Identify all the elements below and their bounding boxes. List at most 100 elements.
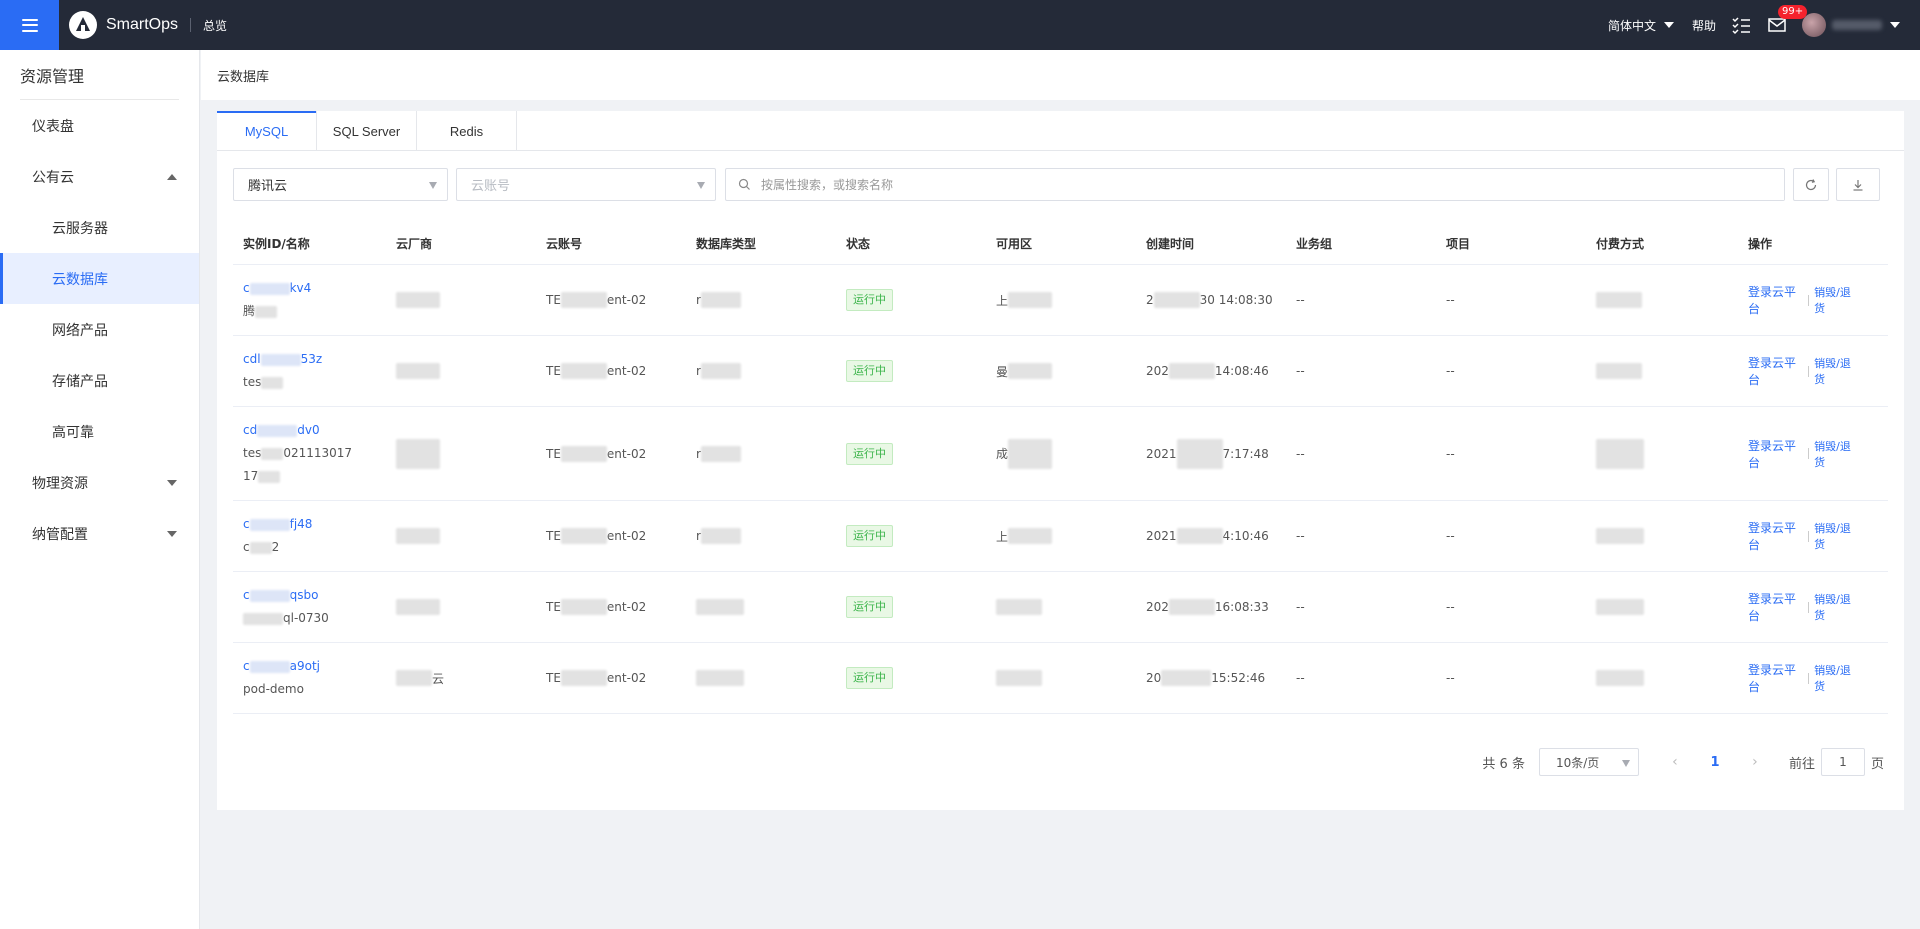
database-table: 实例ID/名称 云厂商 云账号 数据库类型 状态 可用区 创建时间 业务组 项目… bbox=[233, 223, 1888, 714]
instance-id-cell: c fj48 c2 bbox=[233, 501, 386, 571]
instance-id-link[interactable]: c qsbo bbox=[243, 584, 318, 607]
billing-cell bbox=[1586, 265, 1738, 335]
brand[interactable]: SmartOps bbox=[69, 11, 178, 39]
brand-name: SmartOps bbox=[106, 16, 179, 33]
status-badge: 运行中 bbox=[846, 667, 893, 689]
sidebar-item-cloud-server[interactable]: 云服务器 bbox=[0, 202, 199, 253]
dbtype-cell bbox=[686, 572, 836, 642]
dropdown-triangle-icon bbox=[1621, 760, 1630, 767]
status-badge: 运行中 bbox=[846, 525, 893, 547]
login-cloud-link[interactable]: 登录云平台 bbox=[1748, 519, 1803, 553]
business-group-cell: -- bbox=[1296, 600, 1305, 614]
search-box[interactable] bbox=[725, 168, 1785, 201]
column-header: 付费方式 bbox=[1596, 237, 1645, 251]
vendor-cell bbox=[386, 572, 536, 642]
mail-icon[interactable]: 99+ bbox=[1766, 5, 1808, 36]
tab-mysql[interactable]: MySQL bbox=[217, 111, 317, 152]
sidebar-item-label: 物理资源 bbox=[32, 475, 88, 492]
sidebar-item-label: 高可靠 bbox=[52, 424, 94, 441]
instance-name: ql-0730 bbox=[243, 607, 329, 630]
login-cloud-link[interactable]: 登录云平台 bbox=[1748, 437, 1803, 471]
language-select[interactable]: 简体中文 bbox=[1608, 17, 1674, 34]
vendor-cell: 云 bbox=[386, 643, 536, 713]
created-time-cell: 202 16:08:33 bbox=[1146, 599, 1269, 615]
sidebar-item-label: 仪表盘 bbox=[32, 118, 74, 135]
next-page-icon[interactable]: › bbox=[1735, 754, 1775, 770]
tab-redis[interactable]: Redis bbox=[417, 111, 517, 151]
login-cloud-link[interactable]: 登录云平台 bbox=[1748, 354, 1803, 388]
business-group-cell: -- bbox=[1296, 529, 1305, 543]
sidebar-item-dashboard[interactable]: 仪表盘 bbox=[0, 100, 199, 151]
sidebar-item-public-cloud[interactable]: 公有云 bbox=[0, 151, 199, 202]
instance-id-link[interactable]: cd dv0 bbox=[243, 419, 320, 442]
operations-cell: 登录云平台 销毁/退货 bbox=[1738, 501, 1858, 571]
zone-cell: 上 bbox=[986, 501, 1136, 571]
business-group-cell: -- bbox=[1296, 446, 1305, 461]
search-input[interactable] bbox=[761, 169, 1784, 200]
operations-cell: 登录云平台 销毁/退货 bbox=[1738, 336, 1858, 406]
status-badge: 运行中 bbox=[846, 442, 893, 465]
tab-bar: MySQL SQL Server Redis bbox=[217, 111, 1904, 152]
instance-name: tes 021113017 bbox=[243, 446, 353, 460]
page-number-current[interactable]: 1 bbox=[1695, 755, 1735, 770]
page-size-select[interactable]: 10条/页 bbox=[1538, 748, 1639, 776]
billing-cell bbox=[1586, 407, 1738, 500]
destroy-link[interactable]: 销毁/退货 bbox=[1814, 355, 1858, 387]
vendor-cell bbox=[386, 336, 536, 406]
sidebar-item-label: 云服务器 bbox=[52, 220, 108, 237]
login-cloud-link[interactable]: 登录云平台 bbox=[1748, 283, 1803, 317]
sidebar-item-network[interactable]: 网络产品 bbox=[0, 304, 199, 355]
instance-id-link[interactable]: cdl 53z bbox=[243, 348, 322, 371]
table-row: c fj48 c2 TE ent-02 r 运行中 上 2021 4:10:46 --… bbox=[233, 501, 1888, 572]
top-page-link[interactable]: 总览 bbox=[203, 17, 227, 34]
zone-cell: 成 bbox=[986, 407, 1136, 500]
destroy-link[interactable]: 销毁/退货 bbox=[1814, 438, 1858, 470]
sidebar-item-storage[interactable]: 存储产品 bbox=[0, 355, 199, 406]
filter-bar: 腾讯云 云账号 bbox=[233, 168, 1888, 201]
refresh-button[interactable] bbox=[1793, 168, 1829, 201]
login-cloud-link[interactable]: 登录云平台 bbox=[1748, 661, 1803, 695]
column-header: 创建时间 bbox=[1146, 237, 1195, 251]
column-header: 操作 bbox=[1748, 237, 1773, 251]
destroy-link[interactable]: 销毁/退货 bbox=[1814, 520, 1858, 552]
vendor-select[interactable]: 腾讯云 bbox=[233, 168, 448, 201]
sidebar-item-management-config[interactable]: 纳管配置 bbox=[0, 508, 199, 559]
instance-name: pod-demo bbox=[243, 682, 304, 696]
account-cell: TE ent-02 bbox=[546, 445, 647, 462]
username-blurred[interactable] bbox=[1832, 20, 1882, 30]
avatar[interactable] bbox=[1802, 13, 1826, 37]
zone-cell bbox=[986, 643, 1136, 713]
goto-page-input[interactable] bbox=[1820, 748, 1865, 776]
help-link[interactable]: 帮助 bbox=[1692, 17, 1716, 34]
project-cell: -- bbox=[1446, 600, 1455, 614]
column-header: 状态 bbox=[846, 237, 871, 251]
user-caret-icon[interactable] bbox=[1890, 22, 1900, 28]
sidebar-item-cloud-database[interactable]: 云数据库 bbox=[0, 253, 199, 304]
instance-id-link[interactable]: c fj48 bbox=[243, 513, 312, 536]
login-cloud-link[interactable]: 登录云平台 bbox=[1748, 590, 1803, 624]
destroy-link[interactable]: 销毁/退货 bbox=[1814, 662, 1858, 694]
download-button[interactable] bbox=[1836, 168, 1880, 201]
instance-id-cell: c kv4 腾 bbox=[233, 265, 386, 335]
instance-name: 腾 bbox=[243, 300, 278, 323]
destroy-link[interactable]: 销毁/退货 bbox=[1814, 284, 1858, 316]
created-time-cell: 202 14:08:46 bbox=[1146, 363, 1269, 379]
instance-id-link[interactable]: c a9otj bbox=[243, 655, 320, 678]
tab-sqlserver[interactable]: SQL Server bbox=[317, 111, 417, 151]
destroy-link[interactable]: 销毁/退货 bbox=[1814, 591, 1858, 623]
instance-id-link[interactable]: c kv4 bbox=[243, 277, 311, 300]
sidebar-item-high-availability[interactable]: 高可靠 bbox=[0, 406, 199, 457]
sidebar-item-label: 公有云 bbox=[32, 169, 74, 186]
account-select[interactable]: 云账号 bbox=[456, 168, 716, 201]
status-cell: 运行中 bbox=[836, 643, 986, 713]
prev-page-icon[interactable]: ‹ bbox=[1655, 754, 1695, 770]
instance-id-cell: cdl 53z tes bbox=[233, 336, 386, 406]
menu-toggle-button[interactable] bbox=[0, 0, 59, 50]
sidebar-item-physical[interactable]: 物理资源 bbox=[0, 457, 199, 508]
created-time-cell: 2021 4:10:46 bbox=[1146, 528, 1269, 544]
task-list-icon[interactable] bbox=[1730, 14, 1752, 36]
caret-down-icon bbox=[1663, 22, 1674, 28]
sidebar-item-label: 云数据库 bbox=[52, 271, 108, 288]
instance-name-line2: 17 bbox=[243, 465, 281, 488]
status-badge: 运行中 bbox=[846, 596, 893, 618]
